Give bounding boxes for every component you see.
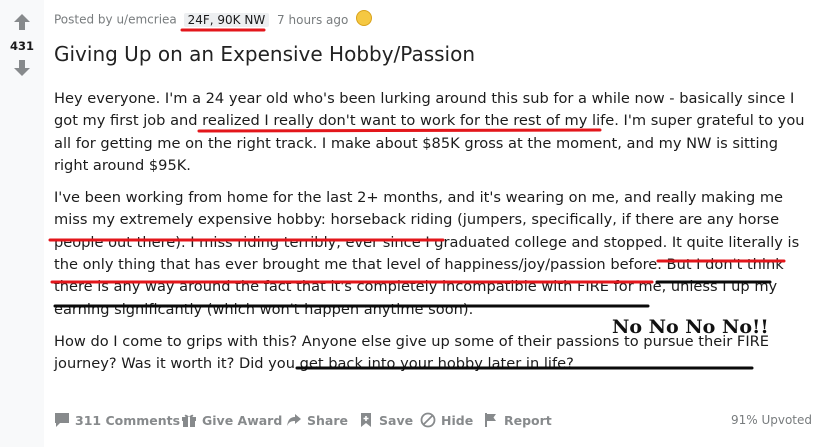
save-button[interactable]: Save bbox=[358, 412, 413, 428]
posted-by[interactable]: Posted by u/emcriea bbox=[54, 13, 177, 27]
post-meta: Posted by u/emcriea 24F, 90K NW 7 hours … bbox=[54, 10, 454, 30]
post-title[interactable]: Giving Up on an Expensive Hobby/Passion bbox=[54, 42, 475, 66]
share-label: Share bbox=[307, 412, 348, 428]
upvote-arrow-icon[interactable] bbox=[13, 13, 31, 31]
comments-button[interactable]: 311 Comments bbox=[54, 412, 180, 428]
give-award-button[interactable]: Give Award bbox=[181, 412, 282, 428]
hide-label: Hide bbox=[441, 412, 474, 428]
post-time[interactable]: 7 hours ago bbox=[277, 13, 348, 27]
share-button[interactable]: Share bbox=[286, 412, 348, 428]
save-icon bbox=[361, 413, 371, 427]
post-paragraph-2: I've been working from home for the last… bbox=[54, 189, 800, 318]
vote-column: 431 bbox=[0, 0, 44, 447]
save-label: Save bbox=[379, 412, 414, 428]
hide-icon bbox=[420, 412, 436, 428]
post-paragraph-1: Hey everyone. I'm a 24 year old who's be… bbox=[54, 90, 805, 174]
upvote-ratio: 91% Upvoted bbox=[730, 413, 812, 427]
flag-icon bbox=[485, 413, 496, 427]
post-footer: 311 Comments Give Award Share Save Hide … bbox=[54, 408, 812, 436]
user-flair: 24F, 90K NW bbox=[183, 12, 270, 27]
comments-label: 311 Comments bbox=[75, 412, 181, 428]
give-award-label: Give Award bbox=[202, 412, 283, 428]
post-body: Hey everyone. I'm a 24 year old who's be… bbox=[54, 88, 806, 386]
vote-score: 431 bbox=[9, 39, 34, 53]
comment-icon bbox=[55, 413, 69, 427]
report-button[interactable]: Report bbox=[483, 412, 552, 428]
award-icon[interactable] bbox=[356, 10, 373, 26]
gift-icon bbox=[182, 414, 196, 427]
handwritten-annotation: No No No No!! bbox=[612, 316, 769, 338]
hide-button[interactable]: Hide bbox=[420, 412, 473, 428]
downvote-arrow-icon[interactable] bbox=[13, 59, 31, 77]
share-icon bbox=[287, 414, 301, 426]
report-label: Report bbox=[504, 412, 552, 428]
